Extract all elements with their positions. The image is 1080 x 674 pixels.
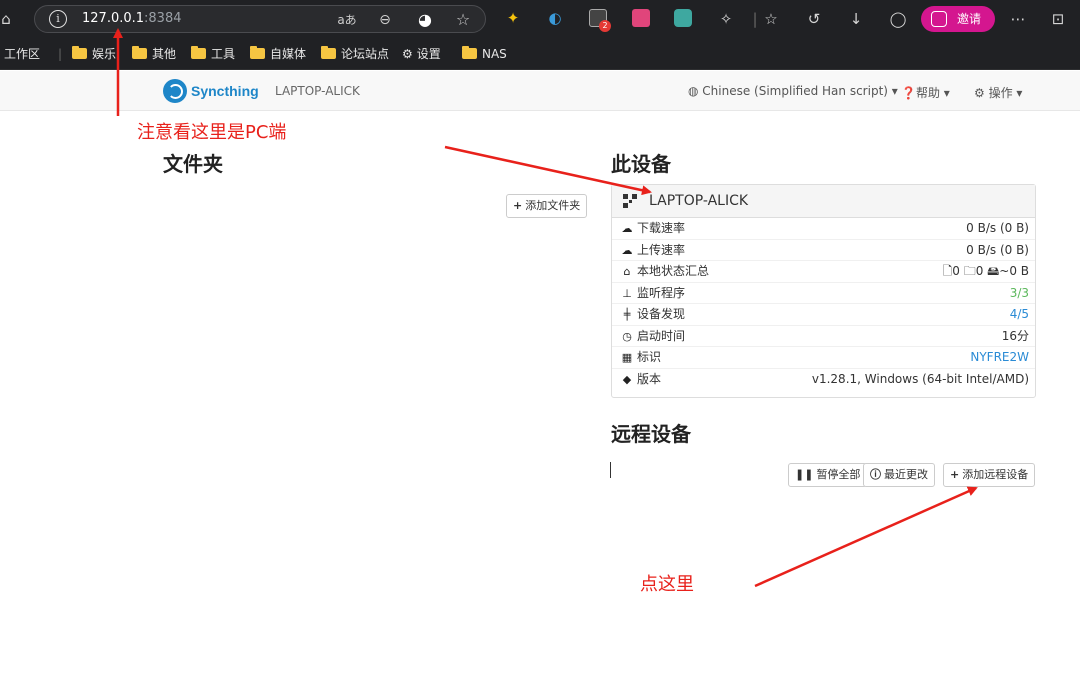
arrow-to-device bbox=[444, 145, 652, 196]
annotation-arrows bbox=[113, 28, 978, 588]
arrow-to-add-remote bbox=[754, 486, 978, 588]
